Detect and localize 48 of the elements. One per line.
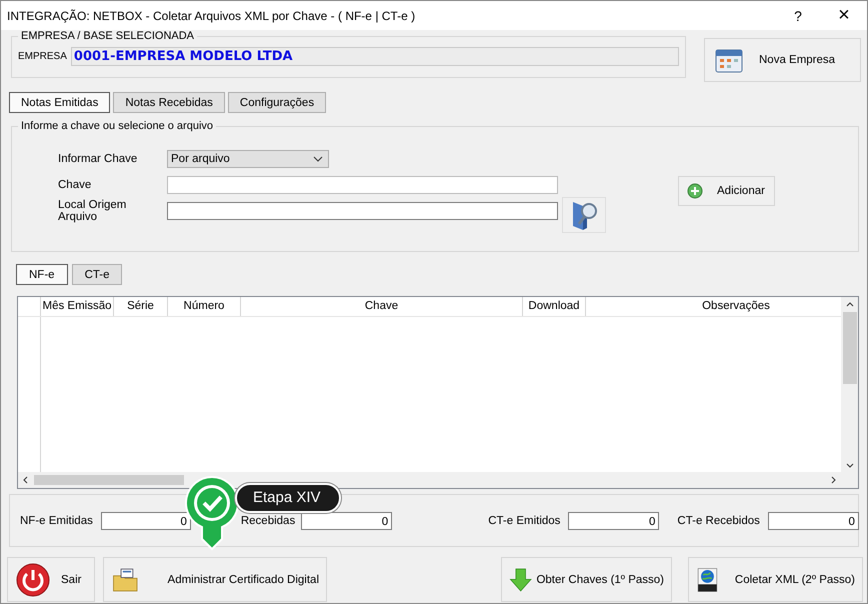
tab[interactable]: Notas Recebidas	[113, 92, 225, 113]
key-input-field[interactable]	[167, 176, 558, 194]
window-title: INTEGRAÇÃO: NETBOX - Coletar Arquivos XML por Chave - ( NF-e | CT-e )	[7, 8, 416, 22]
column-header[interactable]: Download	[523, 297, 586, 316]
tab[interactable]: Configurações	[228, 92, 326, 113]
column-header[interactable]: Número	[168, 297, 241, 316]
group-title: EMPRESA / BASE SELECIONADA	[18, 30, 198, 42]
chevron-right-icon[interactable]	[831, 476, 836, 484]
key-mode-dropdown[interactable]: Por arquivo	[167, 150, 329, 168]
tab[interactable]: NF-e	[16, 264, 68, 285]
exit-button[interactable]: Sair	[7, 557, 95, 602]
total-label: Recebidas	[240, 514, 296, 526]
download-button[interactable]: Obter Chaves (1º Passo)	[501, 557, 672, 602]
power-icon	[15, 562, 51, 598]
new-company-button[interactable]: Nova Empresa	[704, 38, 861, 82]
total-field: 0	[100, 512, 191, 530]
add-button[interactable]: Adicionar	[678, 176, 775, 206]
total-field: 0	[301, 512, 392, 530]
total-label: NF-e Emitidas	[20, 514, 93, 526]
total-label: CT-e Recebidos	[677, 514, 760, 526]
tab[interactable]: Notas Emitidas	[9, 92, 110, 113]
file-path-input-field[interactable]	[167, 202, 558, 220]
column-header[interactable]: Mês Emissão	[41, 297, 114, 316]
field-label: Chave	[58, 179, 92, 191]
company-field: 0001-EMPRESA MODELO LTDA	[70, 47, 679, 66]
chevron-up-icon[interactable]	[846, 302, 854, 307]
help-button[interactable]: ?	[775, 1, 821, 30]
chevron-down-icon[interactable]	[846, 463, 854, 468]
company-label: EMPRESA	[18, 51, 67, 62]
field-label: Local Origem Arquivo	[58, 199, 128, 223]
vertical-scrollbar[interactable]	[841, 297, 858, 488]
total-label: CT-e Emitidos	[488, 514, 560, 526]
total-field: 0	[768, 512, 859, 530]
field-label: Informar Chave	[58, 153, 138, 165]
total-field: 0	[568, 512, 660, 530]
browse-button[interactable]	[562, 197, 606, 233]
certificate-button[interactable]: Administrar Certificado Digital	[103, 557, 327, 602]
column-header[interactable]: Chave	[241, 297, 523, 316]
step-badge-tooltip: Etapa XIV	[235, 483, 341, 513]
plus-icon	[687, 183, 703, 199]
tab[interactable]: CT-e	[72, 264, 122, 285]
horizontal-scrollbar[interactable]	[18, 472, 841, 488]
close-button[interactable]: ×	[821, 1, 867, 30]
column-header[interactable]: Série	[114, 297, 168, 316]
group-title: Informe a chave ou selecione o arquivo	[18, 120, 216, 132]
xml-button[interactable]: Coletar XML (2º Passo)	[688, 557, 863, 602]
chevron-down-icon	[313, 156, 323, 162]
chevron-left-icon[interactable]	[23, 476, 28, 484]
